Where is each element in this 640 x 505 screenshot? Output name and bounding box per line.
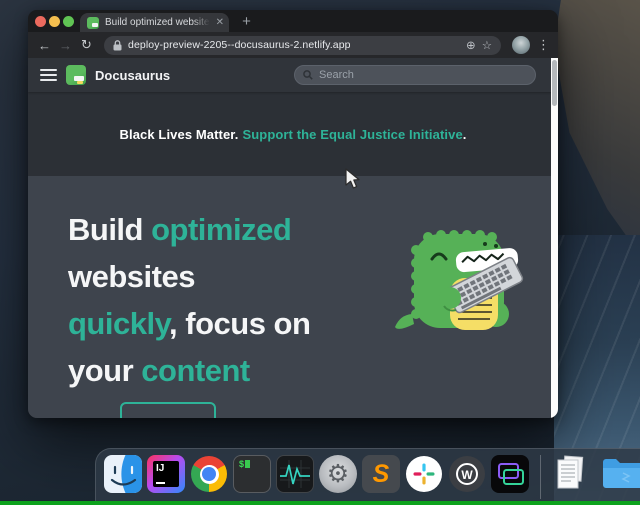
get-started-button[interactable] — [120, 402, 216, 418]
terminal-prompt: $ — [239, 459, 244, 469]
announcement-text: Black Lives Matter. — [120, 127, 239, 142]
browser-tab[interactable]: Build optimized websites quick ✕ — [80, 13, 229, 32]
hamburger-menu-icon[interactable] — [40, 69, 57, 81]
intellij-idea-icon[interactable]: IJ — [147, 455, 185, 493]
page-viewport: Docusaurus Black Lives Matter.Support th… — [28, 58, 558, 418]
address-bar[interactable]: deploy-preview-2205--docusaurus-2.netlif… — [104, 36, 501, 55]
hero-word: , focus on — [169, 306, 310, 341]
finder-icon[interactable] — [104, 455, 142, 493]
page-scrollbar[interactable] — [551, 58, 558, 418]
tab-strip: Build optimized websites quick ✕ + — [28, 10, 558, 32]
back-icon[interactable]: ← — [36, 38, 53, 53]
window-zoom-button[interactable] — [63, 16, 74, 27]
docusaurus-dinosaur-illustration — [392, 206, 532, 346]
desktop: Build optimized websites quick ✕ + ← → ↻… — [0, 0, 640, 505]
hero-word-highlight: quickly — [68, 306, 169, 341]
forward-icon[interactable]: → — [57, 38, 74, 53]
new-tab-button[interactable]: + — [237, 12, 256, 31]
workplace-icon[interactable]: W — [448, 455, 486, 493]
mouse-cursor — [345, 168, 361, 190]
hero-word-highlight: content — [141, 353, 249, 388]
terminal-icon[interactable]: $ — [233, 455, 271, 493]
workplace-letter: W — [461, 468, 472, 482]
activity-monitor-icon[interactable] — [276, 455, 314, 493]
lock-icon — [113, 40, 122, 51]
search-input[interactable] — [319, 69, 527, 81]
search-bar[interactable] — [294, 65, 536, 85]
sublime-letter: S — [373, 460, 390, 488]
hero-section: Build optimized websites quickly, focus on… — [28, 176, 558, 418]
scrollbar-thumb[interactable] — [552, 60, 557, 106]
dock: IJ $ ⚙ S — [95, 448, 640, 505]
hero-word-highlight: optimized — [151, 212, 291, 247]
browser-menu-icon[interactable]: ⋮ — [537, 37, 550, 53]
gear-icon: ⚙ — [327, 460, 349, 488]
sublime-text-icon[interactable]: S — [362, 455, 400, 493]
browser-window: Build optimized websites quick ✕ + ← → ↻… — [28, 10, 558, 418]
screens-app-icon[interactable] — [491, 455, 529, 493]
chrome-icon[interactable] — [190, 455, 228, 493]
search-icon — [303, 70, 313, 80]
profile-avatar[interactable] — [512, 36, 530, 54]
announcement-bar: Black Lives Matter.Support the Equal Jus… — [28, 92, 558, 176]
hero-word: Build — [68, 212, 151, 247]
tab-close-icon[interactable]: ✕ — [216, 17, 224, 28]
announcement-suffix: . — [463, 127, 467, 142]
dock-divider — [540, 455, 541, 499]
site-action-icon[interactable]: ⊕ — [466, 38, 476, 52]
site-navbar: Docusaurus — [28, 58, 558, 92]
tab-title: Build optimized websites quick — [105, 17, 212, 28]
hero-word: websites — [68, 259, 195, 294]
docusaurus-favicon-icon — [87, 17, 99, 29]
documents-stack-icon[interactable] — [552, 455, 590, 493]
bottom-green-bar — [0, 501, 640, 505]
slack-icon[interactable] — [405, 455, 443, 493]
window-close-button[interactable] — [35, 16, 46, 27]
announcement-link[interactable]: Support the Equal Justice Initiative — [242, 127, 462, 142]
site-brand[interactable]: Docusaurus — [95, 68, 170, 83]
reload-icon[interactable]: ↻ — [78, 37, 95, 53]
window-minimize-button[interactable] — [49, 16, 60, 27]
intellij-letters: IJ — [156, 463, 164, 474]
wallpaper-rocks — [554, 0, 640, 255]
docusaurus-logo-icon[interactable] — [66, 65, 86, 85]
system-preferences-icon[interactable]: ⚙ — [319, 455, 357, 493]
folder-icon[interactable] — [601, 455, 640, 493]
bookmark-star-icon[interactable]: ☆ — [482, 38, 492, 52]
url-text: deploy-preview-2205--docusaurus-2.netlif… — [128, 39, 351, 51]
browser-toolbar: ← → ↻ deploy-preview-2205--docusaurus-2.… — [28, 32, 558, 58]
hero-word: your — [68, 353, 141, 388]
